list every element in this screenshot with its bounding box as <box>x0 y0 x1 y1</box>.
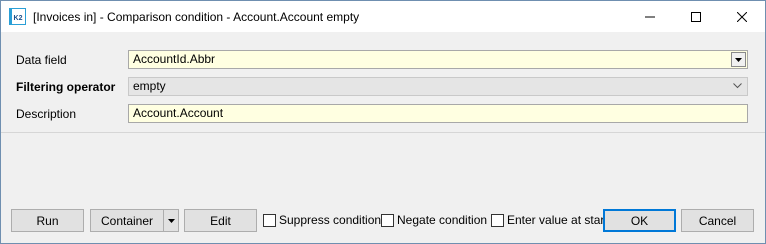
maximize-button[interactable] <box>673 1 719 32</box>
divider <box>1 132 765 133</box>
description-value: Account.Account <box>133 106 224 120</box>
description-input[interactable]: Account.Account <box>128 104 748 123</box>
checkbox-box[interactable] <box>491 213 504 227</box>
window-title: [Invoices in] - Comparison condition - A… <box>33 10 360 24</box>
close-button[interactable] <box>719 1 765 32</box>
checkbox-box[interactable] <box>263 213 276 227</box>
run-button[interactable]: Run <box>11 209 84 232</box>
data-field-value: AccountId.Abbr <box>133 52 216 66</box>
dialog-window: K2 [Invoices in] - Comparison condition … <box>0 0 766 244</box>
chevron-down-icon <box>735 57 742 62</box>
container-button[interactable]: Container <box>90 209 164 232</box>
data-field-dropdown-button[interactable] <box>731 52 746 67</box>
filtering-operator-select[interactable]: empty <box>128 77 748 96</box>
suppress-condition-checkbox[interactable]: Suppress condition <box>263 213 381 227</box>
filtering-operator-label: Filtering operator <box>16 80 116 94</box>
chevron-down-icon <box>167 218 175 223</box>
container-dropdown-button[interactable] <box>163 209 179 232</box>
close-icon <box>737 11 747 22</box>
ok-button[interactable]: OK <box>603 209 676 232</box>
svg-text:K2: K2 <box>14 15 23 22</box>
negate-condition-checkbox[interactable]: Negate condition <box>381 213 487 227</box>
enter-value-at-start-checkbox[interactable]: Enter value at start <box>491 213 608 227</box>
enter-value-at-start-label: Enter value at start <box>507 213 608 227</box>
data-field-input[interactable]: AccountId.Abbr <box>128 50 748 69</box>
minimize-button[interactable] <box>627 1 673 32</box>
cancel-button[interactable]: Cancel <box>681 209 754 232</box>
description-label: Description <box>16 107 77 121</box>
edit-button[interactable]: Edit <box>184 209 257 232</box>
checkbox-box[interactable] <box>381 213 394 227</box>
minimize-icon <box>645 16 655 17</box>
maximize-icon <box>691 11 701 22</box>
filtering-operator-value: empty <box>133 79 166 93</box>
negate-condition-label: Negate condition <box>397 213 488 227</box>
k2-app-icon: K2 <box>9 8 26 25</box>
data-field-label: Data field <box>16 53 67 67</box>
chevron-down-icon <box>733 83 742 89</box>
title-bar: K2 [Invoices in] - Comparison condition … <box>1 1 765 32</box>
suppress-condition-label: Suppress condition <box>279 213 382 227</box>
